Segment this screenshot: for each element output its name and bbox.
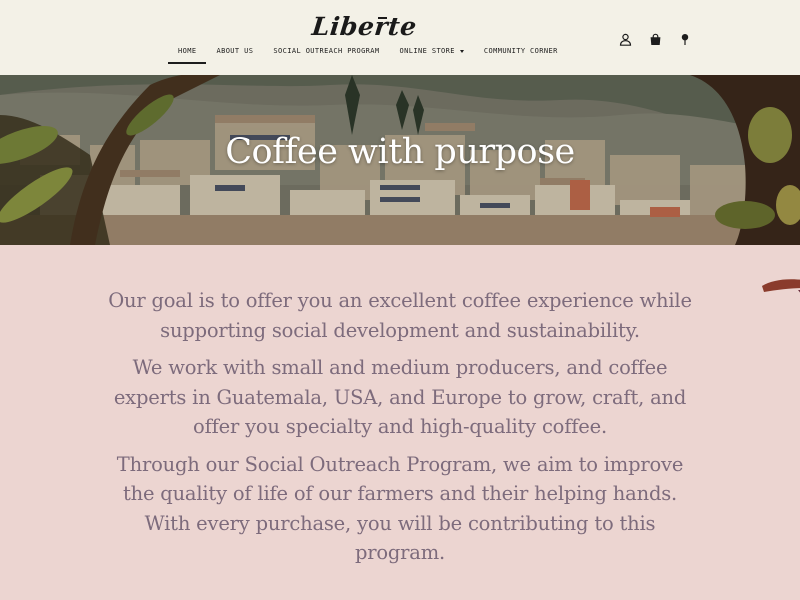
hero-title: Coffee with purpose xyxy=(225,132,575,172)
site-header: Liberte HOME ABOUT US SOCIAL OUTREACH PR… xyxy=(0,0,800,75)
shopping-bag-icon[interactable] xyxy=(646,30,664,48)
chevron-down-icon xyxy=(459,49,464,53)
nav-item-social-outreach-label: SOCIAL OUTREACH PROGRAM xyxy=(273,47,380,55)
decorative-brush-stroke xyxy=(762,279,800,293)
logo-wordmark: Liberte xyxy=(310,12,419,41)
nav-item-about-us-label: ABOUT US xyxy=(216,47,254,55)
producers-paragraph: We work with small and medium producers,… xyxy=(113,356,687,438)
nav-item-home[interactable]: HOME xyxy=(168,40,207,64)
header-icons xyxy=(616,30,706,48)
nav-item-social-outreach[interactable]: SOCIAL OUTREACH PROGRAM xyxy=(263,40,389,64)
mission-paragraph: Our goal is to offer you an excellent co… xyxy=(108,289,692,342)
main-nav: HOME ABOUT US SOCIAL OUTREACH PROGRAM ON… xyxy=(168,40,568,64)
user-icon[interactable] xyxy=(616,30,634,48)
nav-item-online-store-label: ONLINE STORE xyxy=(399,47,455,55)
brand-logo[interactable]: Liberte xyxy=(311,10,419,44)
outreach-paragraph: Through our Social Outreach Program, we … xyxy=(116,452,684,565)
nav-item-community-corner-label: COMMUNITY CORNER xyxy=(483,47,558,55)
logo-accent xyxy=(378,17,387,19)
mission-statement: Our goal is to offer you an excellent co… xyxy=(100,286,700,576)
nav-item-online-store[interactable]: ONLINE STORE xyxy=(390,40,474,64)
nav-item-home-label: HOME xyxy=(178,47,197,55)
location-pin-icon[interactable] xyxy=(676,30,694,48)
nav-item-community-corner[interactable]: COMMUNITY CORNER xyxy=(474,40,568,64)
nav-item-about-us[interactable]: ABOUT US xyxy=(206,40,263,64)
hero-banner: Coffee with purpose xyxy=(0,75,800,245)
